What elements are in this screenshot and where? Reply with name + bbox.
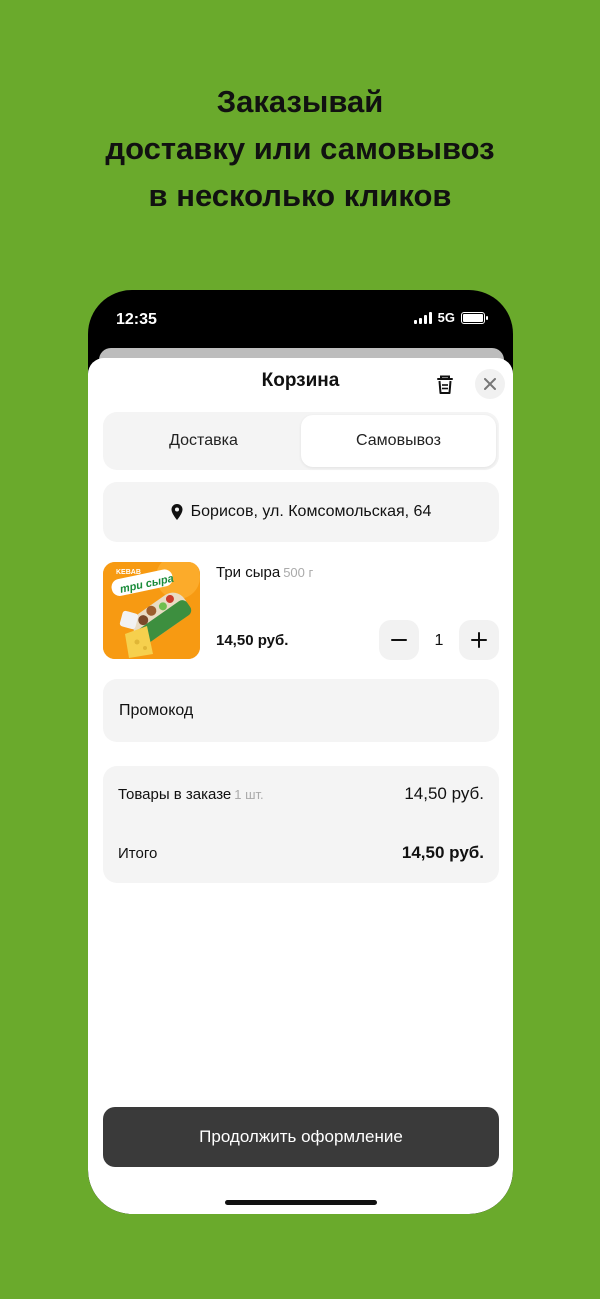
product-price: 14,50 руб. xyxy=(216,632,289,649)
cart-sheet: Корзина Доставка Самовывоз Борисов, ул. … xyxy=(88,358,513,1214)
network-type: 5G xyxy=(437,310,455,325)
product-name: Три сыра 500 г xyxy=(216,564,313,581)
promo-code-field[interactable]: Промокод xyxy=(103,679,499,742)
headline-line-1: Заказывай xyxy=(216,84,384,119)
home-indicator xyxy=(225,1200,377,1205)
location-pin-icon xyxy=(171,504,183,520)
product-title: Три сыра xyxy=(216,564,281,581)
signal-bars-icon xyxy=(413,311,432,324)
items-count: 1 шт. xyxy=(234,787,264,802)
status-time: 12:35 xyxy=(116,311,157,328)
increase-quantity-button[interactable] xyxy=(459,620,499,660)
decrease-quantity-button[interactable] xyxy=(379,620,419,660)
promo-headline: Заказывай доставку или самовывоз в неско… xyxy=(0,78,600,219)
summary-total-value: 14,50 руб. xyxy=(401,843,484,862)
close-button[interactable] xyxy=(475,369,505,399)
tab-pickup[interactable]: Самовывоз xyxy=(301,415,496,467)
summary-items-label: Товары в заказе 1 шт. xyxy=(118,786,264,803)
product-weight: 500 г xyxy=(283,565,314,580)
battery-icon xyxy=(461,311,488,324)
summary-items-value: 14,50 руб. xyxy=(404,784,484,803)
status-icons: 5G xyxy=(413,310,488,325)
minus-icon xyxy=(391,639,407,641)
headline-line-3: в несколько кликов xyxy=(148,178,452,213)
promo-code-label: Промокод xyxy=(119,701,194,719)
cart-item: KEBAB три сыра Три сыра 500 г 14,50 руб.… xyxy=(103,562,499,660)
product-image[interactable]: KEBAB три сыра xyxy=(103,562,200,659)
summary-total-label: Итого xyxy=(118,845,158,862)
items-label-text: Товары в заказе xyxy=(118,786,232,803)
delivery-mode-toggle: Доставка Самовывоз xyxy=(103,412,499,470)
trash-icon[interactable] xyxy=(435,374,455,396)
order-summary: Товары в заказе 1 шт. 14,50 руб. Итого 14… xyxy=(103,766,499,883)
status-bar: 12:35 5G xyxy=(88,290,513,348)
tab-delivery[interactable]: Доставка xyxy=(106,415,301,467)
address-text: Борисов, ул. Комсомольская, 64 xyxy=(190,503,432,520)
phone-frame: 12:35 5G Корзина Доставка Самовывоз Бори… xyxy=(88,290,513,1214)
continue-checkout-button[interactable]: Продолжить оформление xyxy=(103,1107,499,1167)
quantity-value: 1 xyxy=(434,632,444,649)
image-brand-text: KEBAB xyxy=(116,569,141,576)
plus-icon xyxy=(471,632,487,648)
close-icon xyxy=(484,378,496,390)
kebab-image-graphic: KEBAB три сыра xyxy=(103,562,200,659)
pickup-address[interactable]: Борисов, ул. Комсомольская, 64 xyxy=(103,482,499,542)
headline-line-2: доставку или самовывоз xyxy=(105,131,495,166)
